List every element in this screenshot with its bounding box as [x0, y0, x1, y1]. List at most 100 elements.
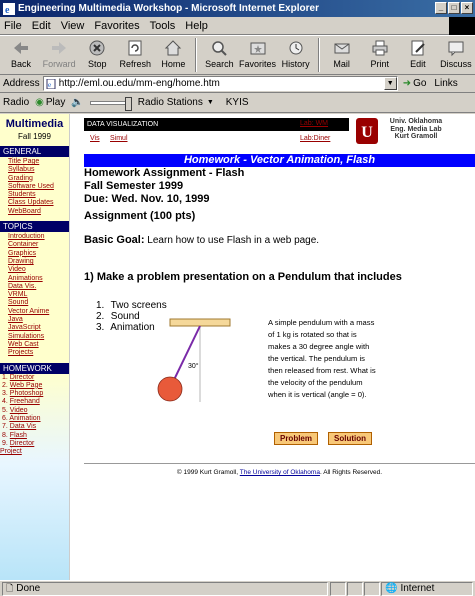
page-header: DATA VISUALIZATION Vis Simul Lab:Diner L… — [84, 118, 475, 148]
maximize-button[interactable]: □ — [448, 2, 460, 14]
sidebar-link[interactable]: Class Updates — [8, 199, 69, 207]
pendulum-support — [169, 318, 231, 327]
menu-view[interactable]: View — [61, 20, 85, 32]
sidebar-link[interactable]: Web Cast — [8, 341, 69, 349]
menu-favorites[interactable]: Favorites — [94, 20, 139, 32]
sidebar-link[interactable]: Animations — [8, 275, 69, 283]
refresh-button[interactable]: Refresh — [116, 36, 154, 74]
radio-toolbar: Radio ◉ Play 🔈 Radio Stations ▼ KYIS — [0, 93, 475, 113]
homework-link[interactable]: 7. Data Vis — [0, 423, 69, 431]
homework-link[interactable]: 1. Director — [0, 374, 69, 382]
menu-help[interactable]: Help — [185, 20, 208, 32]
assignment-header: Homework Assignment - Flash Fall Semeste… — [84, 167, 245, 205]
pendulum-rod — [171, 325, 201, 385]
window-title-bar: e Engineering Multimedia Workshop - Micr… — [0, 0, 475, 17]
status-text-panel: 🗋 Done — [2, 581, 328, 596]
homework-link[interactable]: 8. Flash — [0, 432, 69, 440]
print-button[interactable]: Print — [361, 36, 399, 74]
sidebar-link[interactable]: Graphics — [8, 250, 69, 258]
go-button[interactable]: ➜ Go — [403, 78, 427, 89]
sidebar-link[interactable]: Simulations — [8, 333, 69, 341]
links-button[interactable]: Links — [434, 78, 457, 89]
sidebar-link[interactable]: Grading — [8, 175, 69, 183]
search-button[interactable]: Search — [200, 36, 238, 74]
stop-button[interactable]: Stop — [78, 36, 116, 74]
address-input[interactable]: e http://eml.ou.edu/mm-eng/home.htm ▼ — [42, 76, 398, 91]
footer-divider — [84, 463, 475, 464]
solution-button[interactable]: Solution — [328, 432, 372, 445]
sidebar-link[interactable]: WebBoard — [8, 208, 69, 216]
sidebar-link[interactable]: Container — [8, 241, 69, 249]
homework-link[interactable]: 3. Photoshop — [0, 390, 69, 398]
favorites-button[interactable]: Favorites — [238, 36, 276, 74]
lab-diner-link[interactable]: Lab:Diner — [300, 135, 330, 142]
toolbar: Back Forward Stop Refresh Home Search Fa… — [0, 35, 475, 75]
refresh-icon — [128, 40, 142, 56]
sidebar-link[interactable]: VRML — [8, 291, 69, 299]
list-item: 1. Two screens — [96, 300, 167, 311]
basic-goal: Basic Goal: Learn how to use Flash in a … — [84, 234, 320, 246]
security-zone: 🌐 Internet — [381, 581, 473, 596]
history-button[interactable]: History — [277, 36, 315, 74]
volume-icon[interactable]: 🔈 — [71, 97, 83, 108]
angle-label: 30° — [188, 362, 199, 370]
homework-link[interactable]: 2. Web Page — [0, 382, 69, 390]
pendulum-mass — [157, 376, 183, 402]
back-button[interactable]: Back — [2, 36, 40, 74]
sidebar-section-topics: TOPICS — [0, 221, 69, 233]
page-icon: e — [46, 78, 56, 89]
mail-button[interactable]: Mail — [323, 36, 361, 74]
play-button[interactable]: ◉ Play — [35, 97, 65, 108]
close-button[interactable]: × — [461, 2, 473, 14]
homework-link[interactable]: 9. Director — [0, 440, 69, 448]
radio-stations-button[interactable]: Radio Stations ▼ — [138, 97, 214, 108]
lab-wm-link[interactable]: Lab: WM — [300, 120, 328, 127]
print-icon — [372, 40, 388, 56]
chevron-down-icon: ▼ — [206, 99, 214, 106]
sidebar-link[interactable]: Syllabus — [8, 166, 69, 174]
status-bar: 🗋 Done 🌐 Internet — [0, 580, 475, 596]
problem-button[interactable]: Problem — [274, 432, 318, 445]
discuss-button[interactable]: Discuss — [437, 36, 475, 74]
sidebar-link[interactable]: JavaScript — [8, 324, 69, 332]
discuss-icon — [448, 41, 464, 57]
simul-link[interactable]: Simul — [110, 135, 128, 142]
project-link[interactable]: Project — [0, 448, 69, 456]
address-dropdown-button[interactable]: ▼ — [383, 77, 397, 90]
ie-icon: e — [3, 2, 15, 15]
sidebar-link[interactable]: Software Used — [8, 183, 69, 191]
sidebar-link[interactable]: Sound — [8, 299, 69, 307]
menu-tools[interactable]: Tools — [150, 20, 176, 32]
sidebar-link[interactable]: Title Page — [8, 158, 69, 166]
sidebar-link[interactable]: Video — [8, 266, 69, 274]
homework-link[interactable]: 6. Animation — [0, 415, 69, 423]
menu-edit[interactable]: Edit — [32, 20, 51, 32]
problem-description: A simple pendulum with a mass of 1 kg is… — [268, 318, 376, 399]
status-cell — [347, 581, 363, 596]
sidebar-link[interactable]: Vector Anime — [8, 308, 69, 316]
sidebar-link[interactable]: Data Vis. — [8, 283, 69, 291]
forward-button[interactable]: Forward — [40, 36, 78, 74]
sidebar-link[interactable]: Java — [8, 316, 69, 324]
edit-button[interactable]: Edit — [399, 36, 437, 74]
browser-viewport: Multimedia Fall 1999 GENERAL Title Page … — [0, 114, 475, 580]
sidebar-link[interactable]: Drawing — [8, 258, 69, 266]
vis-link[interactable]: Vis — [90, 135, 100, 142]
toolbar-separator — [317, 38, 320, 72]
sidebar-link[interactable]: Introduction — [8, 233, 69, 241]
radio-label: Radio — [3, 97, 30, 108]
home-button[interactable]: Home — [154, 36, 192, 74]
play-icon: ◉ — [35, 97, 44, 108]
edit-icon — [411, 40, 425, 56]
sidebar-section-homework: HOMEWORK — [0, 362, 69, 374]
menu-file[interactable]: File — [4, 20, 22, 32]
sidebar-link[interactable]: Students — [8, 191, 69, 199]
sidebar-link[interactable]: Projects — [8, 349, 69, 357]
homework-link[interactable]: 5. Video — [0, 407, 69, 415]
homework-link[interactable]: 4. Freehand — [0, 398, 69, 406]
minimize-button[interactable]: _ — [435, 2, 447, 14]
university-link[interactable]: The University of Oklahoma — [240, 469, 320, 476]
volume-slider[interactable] — [89, 96, 132, 111]
toolbar-separator — [195, 38, 198, 72]
search-icon — [212, 41, 228, 56]
